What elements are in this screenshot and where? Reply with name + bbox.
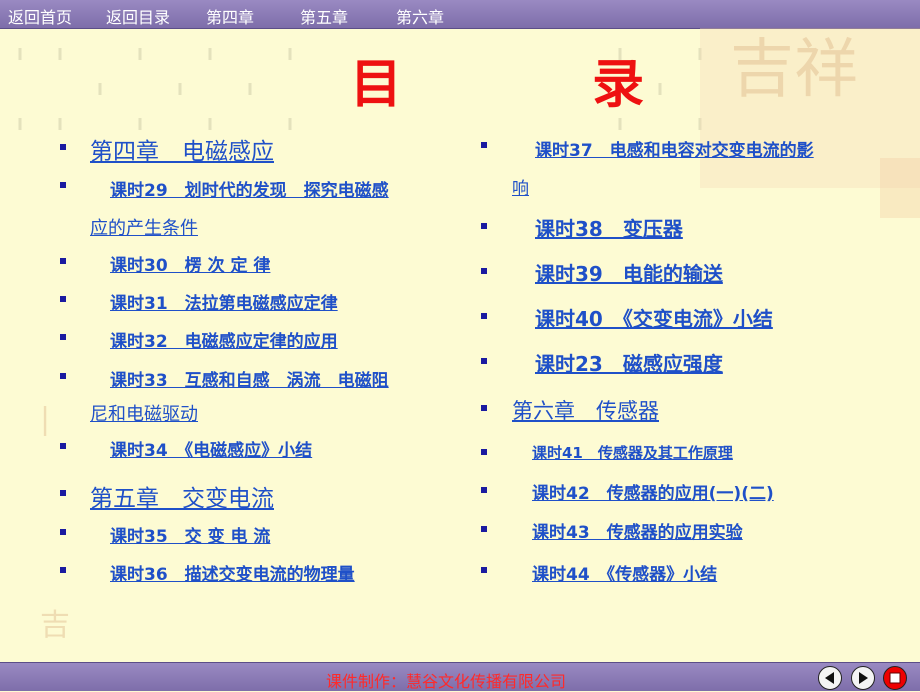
bullet [60,182,66,188]
bullet [481,358,487,364]
bullet [60,490,66,496]
page-title: 目 录 [350,55,731,115]
lesson31-link[interactable]: 课时31 法拉第电磁感应定律 [110,289,338,314]
footer-credit: 课件制作：慧谷文化传播有限公司 [326,672,567,691]
lesson43-link[interactable]: 课时43 传感器的应用实验 [532,518,743,543]
lesson37-link-line1[interactable]: 课时37 电感和电容对交变电流的影 [535,136,814,161]
bullet [481,223,487,229]
chapter5-link[interactable]: 第五章 交变电流 [90,479,274,513]
lesson37-link-line2[interactable]: 响 [512,174,529,199]
stop-button[interactable] [883,666,907,690]
lesson29-link-line2[interactable]: 应的产生条件 [90,214,198,240]
seal-decoration-bottom-left: 吉 [40,608,70,643]
nav-chapter4-link[interactable]: 第四章 [206,4,254,28]
lesson30-link[interactable]: 课时30 楞 次 定 律 [110,251,270,276]
prev-button[interactable] [818,666,842,690]
lesson35-link[interactable]: 课时35 交 变 电 流 [110,522,270,547]
footer-bar: 课件制作：慧谷文化传播有限公司 [0,662,920,691]
bullet [481,313,487,319]
lesson42-link[interactable]: 课时42 传感器的应用(一)(二) [532,479,774,504]
bullet [481,142,487,148]
bullet [60,296,66,302]
lesson23-link[interactable]: 课时23 磁感应强度 [535,348,723,377]
bullet [481,449,487,455]
nav-toc-link[interactable]: 返回目录 [106,4,170,28]
lesson33-link-line2[interactable]: 尼和电磁驱动 [90,400,198,426]
lesson44-link[interactable]: 课时44 《传感器》小结 [532,560,717,585]
bullet [60,529,66,535]
lesson33-link-line1[interactable]: 课时33 互感和自感 涡流 电磁阻 [110,366,389,391]
lesson38-link[interactable]: 课时38 变压器 [535,213,683,242]
next-button[interactable] [851,666,875,690]
bullet [481,526,487,532]
lesson34-link[interactable]: 课时34 《电磁感应》小结 [110,436,312,461]
chapter6-link[interactable]: 第六章 传感器 [512,395,659,425]
bullet [481,268,487,274]
bullet [60,567,66,573]
bullet [60,373,66,379]
bullet [60,443,66,449]
lesson41-link[interactable]: 课时41 传感器及其工作原理 [532,442,733,463]
bullet [60,144,66,150]
next-arrow-icon [859,672,868,684]
bullet [481,487,487,493]
prev-arrow-icon [825,672,834,684]
chapter4-link[interactable]: 第四章 电磁感应 [90,132,274,166]
nav-home-link[interactable]: 返回首页 [8,4,72,28]
top-nav-bar: 返回首页 返回目录 第四章 第五章 第六章 [0,0,920,29]
bullet [60,334,66,340]
nav-chapter6-link[interactable]: 第六章 [396,4,444,28]
lesson32-link[interactable]: 课时32 电磁感应定律的应用 [110,327,338,352]
bullet [481,567,487,573]
stop-icon [889,672,901,684]
lesson29-link-line1[interactable]: 课时29 划时代的发现 探究电磁感 [110,176,389,201]
bullet [60,258,66,264]
bullet [481,405,487,411]
lesson36-link[interactable]: 课时36 描述交变电流的物理量 [110,560,355,585]
seal-decoration-left: | [40,402,51,437]
seal-decoration-top-right: 吉祥 [730,33,858,107]
lesson40-link[interactable]: 课时40 《交变电流》小结 [535,303,773,332]
lesson39-link[interactable]: 课时39 电能的输送 [535,258,723,287]
nav-chapter5-link[interactable]: 第五章 [300,4,348,28]
